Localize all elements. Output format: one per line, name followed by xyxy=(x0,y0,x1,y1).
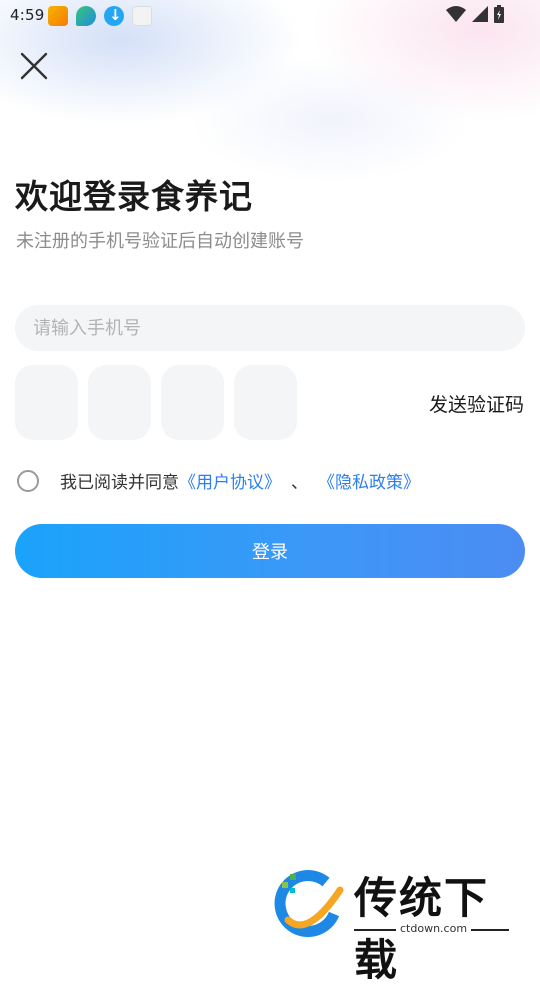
wifi-icon xyxy=(446,6,466,22)
privacy-policy-link[interactable]: 《隐私政策》 xyxy=(318,468,420,493)
app-icon-1 xyxy=(48,6,68,26)
app-icon-2 xyxy=(76,6,96,26)
page-subtitle: 未注册的手机号验证后自动创建账号 xyxy=(16,231,304,252)
download-icon xyxy=(104,6,124,26)
app-icon-4 xyxy=(132,6,152,26)
watermark-url: ctdown.com xyxy=(396,922,472,935)
code-box-2[interactable] xyxy=(88,365,151,440)
watermark-logo-icon xyxy=(274,870,344,937)
code-box-1[interactable] xyxy=(15,365,78,440)
status-app-icons xyxy=(48,6,152,26)
user-agreement-link[interactable]: 《用户协议》 xyxy=(179,468,281,493)
verification-code-inputs xyxy=(15,365,297,440)
agreement-prefix: 我已阅读并同意 xyxy=(60,473,179,493)
phone-input[interactable] xyxy=(15,305,525,351)
close-button[interactable] xyxy=(16,48,52,84)
agreement-row: 我已阅读并同意 《用户协议》 、 《隐私政策》 xyxy=(17,468,420,493)
status-bar: 4:59 xyxy=(0,0,540,32)
agreement-checkbox[interactable] xyxy=(17,469,39,492)
header-background xyxy=(0,0,540,260)
code-box-3[interactable] xyxy=(161,365,224,440)
code-box-4[interactable] xyxy=(234,365,297,440)
status-time: 4:59 xyxy=(10,6,45,24)
signal-icon xyxy=(472,6,488,22)
status-indicators xyxy=(446,5,504,23)
send-code-button[interactable]: 发送验证码 xyxy=(429,390,524,417)
battery-icon xyxy=(494,5,504,23)
close-icon xyxy=(20,52,48,80)
page-title: 欢迎登录食养记 xyxy=(15,177,253,216)
agreement-separator: 、 xyxy=(291,473,308,493)
login-button[interactable]: 登录 xyxy=(15,524,525,578)
watermark: 传统下载 ctdown.com xyxy=(268,860,518,986)
